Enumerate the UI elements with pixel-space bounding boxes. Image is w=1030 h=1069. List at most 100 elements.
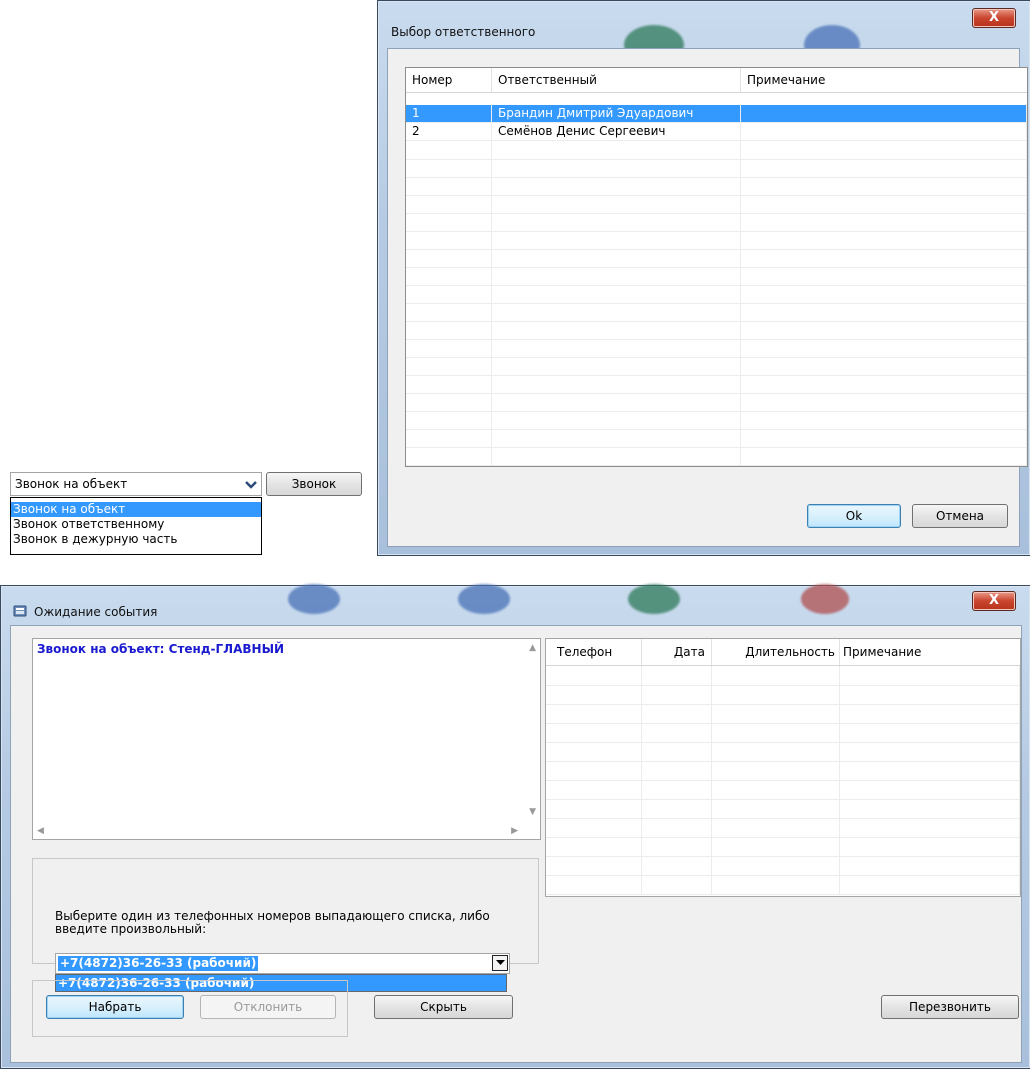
call-type-option[interactable]: Звонок ответственному xyxy=(11,517,261,532)
empty-cell xyxy=(546,856,642,875)
empty-cell xyxy=(406,375,492,393)
column-header[interactable]: Телефон xyxy=(546,639,642,665)
empty-cell xyxy=(642,799,712,818)
close-button[interactable]: X xyxy=(972,591,1016,611)
table-row[interactable]: 1 Брандин Дмитрий Эдуардович xyxy=(406,105,1027,123)
empty-cell xyxy=(406,249,492,267)
empty-table-row xyxy=(546,704,1020,724)
empty-cell xyxy=(492,231,741,249)
empty-cell xyxy=(406,141,492,159)
empty-cell xyxy=(492,177,741,195)
empty-cell xyxy=(406,177,492,195)
empty-cell xyxy=(840,761,1020,780)
call-button[interactable]: Звонок xyxy=(266,472,362,496)
empty-cell xyxy=(406,213,492,231)
empty-cell xyxy=(492,159,741,177)
empty-table-row xyxy=(546,666,1020,686)
call-type-option[interactable]: Звонок в дежурную часть xyxy=(11,532,261,547)
empty-cell xyxy=(741,231,1027,249)
empty-cell xyxy=(840,685,1020,704)
column-header[interactable]: Номер xyxy=(406,68,492,92)
cell-number: 2 xyxy=(406,123,492,140)
close-button[interactable]: X xyxy=(972,8,1016,28)
window-client-area: Звонок на объект: Стенд-ГЛАВНЫЙ ▲ ▼ ◀ ▶ … xyxy=(10,625,1022,1063)
empty-cell xyxy=(546,875,642,894)
column-header[interactable]: Дата xyxy=(642,639,712,665)
empty-table-row xyxy=(406,267,1027,286)
empty-cell xyxy=(840,780,1020,799)
empty-cell xyxy=(492,321,741,339)
empty-cell xyxy=(492,285,741,303)
call-type-dropdown[interactable]: Звонок на объект Звонок ответственному З… xyxy=(10,497,262,555)
empty-cell xyxy=(840,704,1020,723)
responsible-table[interactable]: Номер Ответственный Примечание 1 Брандин… xyxy=(405,67,1028,467)
column-header[interactable]: Ответственный xyxy=(492,68,741,92)
empty-table-row xyxy=(546,818,1020,838)
title-decoration xyxy=(288,584,340,614)
chevron-down-icon[interactable] xyxy=(242,476,258,492)
empty-cell xyxy=(492,411,741,429)
empty-table-row xyxy=(546,799,1020,819)
empty-cell xyxy=(406,429,492,447)
empty-table-row xyxy=(406,339,1027,358)
empty-cell xyxy=(840,723,1020,742)
empty-cell xyxy=(741,249,1027,267)
call-type-select[interactable]: Звонок на объект xyxy=(10,472,262,496)
table-header: Номер Ответственный Примечание xyxy=(406,68,1027,93)
empty-cell xyxy=(642,856,712,875)
empty-cell xyxy=(712,799,840,818)
call-log-table[interactable]: Телефон Дата Длительность Примечание xyxy=(545,638,1021,897)
scroll-up-icon[interactable]: ▲ xyxy=(529,643,536,653)
empty-cell xyxy=(406,357,492,375)
empty-cell xyxy=(406,411,492,429)
empty-cell xyxy=(741,447,1027,465)
window-client-area: Номер Ответственный Примечание 1 Брандин… xyxy=(387,48,1028,547)
empty-cell xyxy=(492,267,741,285)
empty-table-row xyxy=(406,429,1027,448)
ok-button[interactable]: Ok xyxy=(807,504,901,528)
dial-button[interactable]: Набрать xyxy=(46,995,184,1019)
empty-table-row xyxy=(546,742,1020,762)
cancel-button[interactable]: Отмена xyxy=(912,504,1008,528)
empty-cell xyxy=(642,685,712,704)
empty-cell xyxy=(406,195,492,213)
phone-select[interactable]: +7(4872)36-26-33 (рабочий) xyxy=(55,953,510,974)
table-header: Телефон Дата Длительность Примечание xyxy=(546,639,1020,666)
empty-cell xyxy=(741,303,1027,321)
column-header[interactable]: Примечание xyxy=(840,639,1020,665)
empty-cell xyxy=(642,780,712,799)
empty-cell xyxy=(840,799,1020,818)
empty-cell xyxy=(492,213,741,231)
empty-cell xyxy=(546,723,642,742)
hide-button[interactable]: Скрыть xyxy=(374,995,513,1019)
table-row[interactable]: 2 Семёнов Денис Сергеевич xyxy=(406,123,1027,141)
empty-cell xyxy=(546,837,642,856)
scroll-down-icon[interactable]: ▼ xyxy=(529,807,536,817)
empty-table-row xyxy=(406,141,1027,160)
empty-cell xyxy=(642,761,712,780)
empty-cell xyxy=(406,303,492,321)
column-header[interactable]: Примечание xyxy=(741,68,1027,92)
empty-table-row xyxy=(546,875,1020,895)
empty-cell xyxy=(406,231,492,249)
empty-cell xyxy=(546,780,642,799)
column-header[interactable]: Длительность xyxy=(712,639,840,665)
phone-hint: Выберите один из телефонных номеров выпа… xyxy=(55,909,490,936)
callback-button[interactable]: Перезвонить xyxy=(881,995,1019,1019)
empty-cell xyxy=(741,429,1027,447)
empty-table-row xyxy=(546,723,1020,743)
empty-cell xyxy=(741,321,1027,339)
reject-button[interactable]: Отклонить xyxy=(200,995,336,1019)
scroll-right-icon[interactable]: ▶ xyxy=(511,826,518,836)
chevron-down-icon[interactable] xyxy=(492,955,508,971)
empty-cell xyxy=(712,856,840,875)
empty-table-row xyxy=(406,231,1027,250)
empty-table-row xyxy=(546,856,1020,876)
call-type-option[interactable]: Звонок на объект xyxy=(11,502,261,517)
scroll-left-icon[interactable]: ◀ xyxy=(37,826,44,836)
wait-event-window: Ожидание события X Звонок на объект: Сте… xyxy=(0,584,1030,1069)
select-responsible-window: Выбор ответственного X Номер Ответственн… xyxy=(377,0,1030,556)
event-text-box[interactable]: Звонок на объект: Стенд-ГЛАВНЫЙ ▲ ▼ ◀ ▶ xyxy=(32,638,541,840)
empty-cell xyxy=(741,213,1027,231)
empty-cell xyxy=(840,856,1020,875)
